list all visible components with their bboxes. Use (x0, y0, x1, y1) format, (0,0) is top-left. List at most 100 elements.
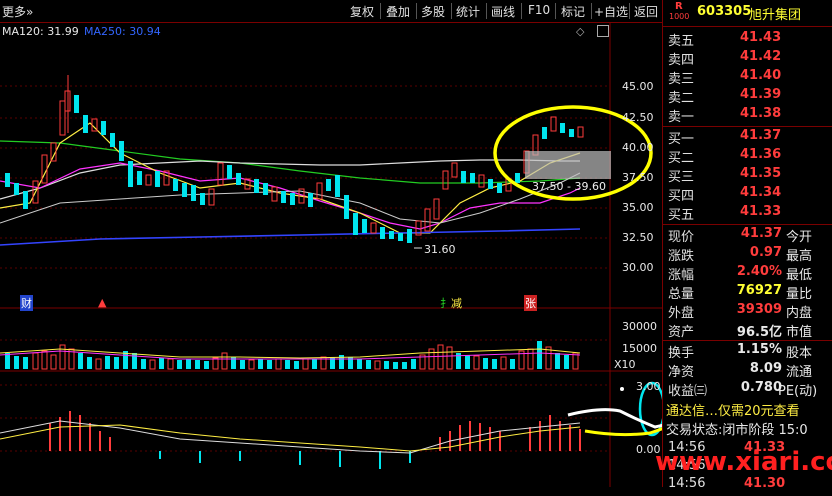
toolbar-divider (416, 3, 417, 19)
ask-label: 卖二 (668, 91, 695, 106)
panel-divider (662, 126, 832, 127)
range-box (525, 151, 611, 179)
quote-label: 股本 (786, 346, 813, 361)
price-tick-45: 45.00 (622, 80, 654, 93)
quote-row: 涨幅 2.40% 最低 (666, 264, 832, 284)
ask-label: 卖四 (668, 53, 695, 68)
ask-price: 41.42 (740, 49, 782, 64)
mark-button[interactable]: 标记 (561, 3, 585, 20)
event-jian-label[interactable]: 扌减 (440, 295, 462, 311)
kline-chart-area[interactable]: MA120: 31.99 MA250: 30.94 ◇ 45.00 42.50 … (0, 23, 662, 487)
draw-line-button[interactable]: 画线 (491, 3, 515, 20)
quote-label: 涨跌 (668, 249, 695, 264)
quote-row: 资产 96.5亿 市值 (666, 321, 832, 341)
quote-label: PE(动) (778, 384, 818, 399)
orderbook-bid-row[interactable]: 买一 41.37 (666, 128, 832, 148)
multi-stock-button[interactable]: 多股 (421, 3, 445, 20)
quote-row: 收益㈢ 0.780 PE(动) (666, 380, 832, 400)
quote-row: 现价 41.37 今开 (666, 226, 832, 246)
toolbar-divider (380, 3, 381, 19)
add-watchlist-button[interactable]: +自选 (594, 3, 628, 20)
more-label: 更多 (2, 5, 27, 19)
quote-value: 8.09 (749, 361, 782, 376)
panel-divider (662, 340, 832, 341)
range-label: 37.50 - 39.60 (532, 180, 606, 193)
tick-row: 14:56 41.30 (666, 476, 832, 496)
tick-time: 14:56 (668, 476, 706, 491)
watermark-text: www.xiari.com (655, 447, 832, 477)
quote-label: 净资 (668, 365, 695, 380)
bid-price: 41.37 (740, 128, 782, 143)
event-jian-text: 减 (451, 297, 462, 310)
quote-label: 资产 (668, 325, 695, 340)
f10-button[interactable]: F10 (528, 3, 550, 17)
orderbook-bid-row[interactable]: 买四 41.34 (666, 185, 832, 205)
toolbar-divider (521, 3, 522, 19)
toolbar-divider (591, 3, 592, 19)
bid-price: 41.34 (740, 185, 782, 200)
quote-value: 39309 (736, 302, 782, 317)
price-tick-30: 30.00 (622, 261, 654, 274)
ask-label: 卖三 (668, 72, 695, 87)
orderbook-ask-row[interactable]: 卖五 41.43 (666, 30, 832, 50)
quote-row: 涨跌 0.97 最高 (666, 245, 832, 265)
overlay-button[interactable]: 叠加 (386, 3, 410, 20)
fuquan-button[interactable]: 复权 (350, 3, 374, 20)
macd-tick-3: 3.00 (636, 380, 661, 393)
stock-code: 603305 (697, 4, 752, 19)
bid-label: 买五 (668, 208, 695, 223)
volume-scale-label: X10 (614, 358, 636, 371)
event-cai-label[interactable]: 财 (20, 295, 33, 311)
tick-price: 41.30 (744, 476, 786, 491)
price-tick-40: 40.00 (622, 141, 654, 154)
price-tick-3750: 37.50 (622, 171, 654, 184)
promo-line[interactable]: 通达信…仅需20元查看 (666, 400, 832, 420)
orderbook-ask-row[interactable]: 卖一 41.38 (666, 106, 832, 126)
quote-label: 内盘 (786, 306, 813, 321)
toolbar-divider (555, 3, 556, 19)
quote-label: 量比 (786, 287, 813, 302)
toolbar-divider (451, 3, 452, 19)
ask-price: 41.40 (740, 68, 782, 83)
orderbook-ask-row[interactable]: 卖四 41.42 (666, 49, 832, 69)
volume-tick-15000: 15000 (622, 342, 657, 355)
bid-label: 买四 (668, 189, 695, 204)
ma250-legend: MA250: 30.94 (84, 25, 161, 38)
quote-label: 最高 (786, 249, 813, 264)
quote-value: 41.37 (740, 226, 782, 241)
quote-label: 现价 (668, 230, 695, 245)
quote-value: 0.780 (740, 380, 782, 395)
more-button[interactable]: 更多» (2, 3, 33, 20)
ma-line-blue (0, 228, 581, 246)
stats-button[interactable]: 统计 (456, 3, 480, 20)
white-marker-curve (567, 408, 662, 429)
quote-label: 总量 (668, 287, 695, 302)
orderbook-bid-row[interactable]: 买五 41.33 (666, 204, 832, 224)
quote-row: 外盘 39309 内盘 (666, 302, 832, 322)
chevron-right-icon: » (26, 5, 34, 19)
orderbook-ask-row[interactable]: 卖三 41.40 (666, 68, 832, 88)
panel-divider (662, 224, 832, 225)
quote-value: 76927 (736, 283, 782, 298)
stock-name: 旭升集团 (749, 8, 802, 23)
event-zhang-label[interactable]: 张 (524, 295, 537, 311)
back-button[interactable]: 返回 (634, 3, 658, 20)
price-tick-35: 35.00 (622, 201, 654, 214)
maximize-icon[interactable] (597, 25, 609, 37)
bid-price: 41.36 (740, 147, 782, 162)
ask-price: 41.43 (740, 30, 782, 45)
orderbook-bid-row[interactable]: 买二 41.36 (666, 147, 832, 167)
diamond-icon[interactable]: ◇ (576, 25, 584, 38)
chart-toolbar: 更多» 复权 叠加 多股 统计 画线 F10 标记 +自选 返回 (0, 0, 662, 23)
quote-value: 1.15% (736, 342, 782, 357)
volume-tick-30000: 30000 (622, 320, 657, 333)
orderbook-bid-row[interactable]: 买三 41.35 (666, 166, 832, 186)
quote-value: 96.5亿 (736, 325, 782, 340)
up-arrow-icon[interactable]: ▲ (98, 296, 106, 309)
quote-label: 涨幅 (668, 268, 695, 283)
macd-bars-neg (159, 451, 411, 469)
quote-label: 最低 (786, 268, 813, 283)
orderbook-ask-row[interactable]: 卖二 41.39 (666, 87, 832, 107)
bid-label: 买三 (668, 170, 695, 185)
quote-value: 2.40% (736, 264, 782, 279)
